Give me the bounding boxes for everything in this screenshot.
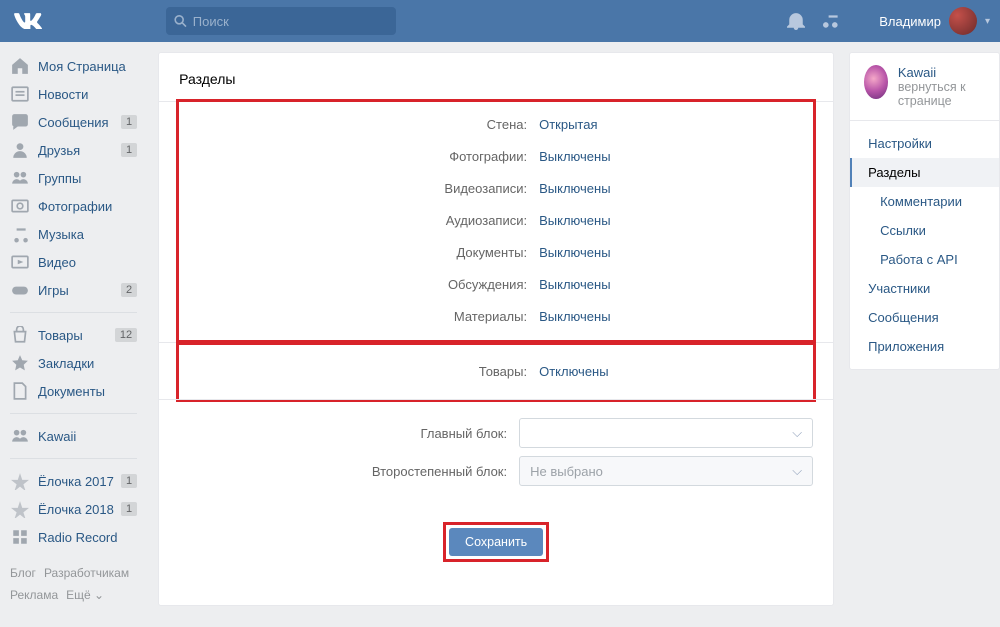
badge: 12 <box>115 328 137 342</box>
setting-label: Фотографии: <box>199 149 539 164</box>
setting-label: Стена: <box>199 117 539 132</box>
search-input[interactable] <box>193 14 388 29</box>
badge: 1 <box>121 143 137 157</box>
vk-logo[interactable] <box>10 3 46 39</box>
nav-item-Radio Record[interactable]: Radio Record <box>4 523 143 551</box>
setting-value[interactable]: Открытая <box>539 117 597 132</box>
nav-item-Документы[interactable]: Документы <box>4 377 143 405</box>
setting-label: Обсуждения: <box>199 277 539 292</box>
home-icon <box>10 56 30 76</box>
settings-menu-item[interactable]: Комментарии <box>850 187 999 216</box>
group-avatar <box>864 65 888 99</box>
settings-menu-item[interactable]: Настройки <box>850 129 999 158</box>
user-menu[interactable]: Владимир ▾ <box>879 7 990 35</box>
primary-block-select[interactable]: ⌵ <box>519 418 813 448</box>
nav-item-Группы[interactable]: Группы <box>4 164 143 192</box>
secondary-block-label: Второстепенный блок: <box>179 464 519 479</box>
group-header[interactable]: Kawaii вернуться к странице <box>850 53 999 120</box>
chevron-down-icon: ▾ <box>985 16 990 27</box>
badge: 2 <box>121 283 137 297</box>
setting-value[interactable]: Выключены <box>539 245 610 260</box>
nav-item-Игры[interactable]: Игры2 <box>4 276 143 304</box>
setting-value[interactable]: Выключены <box>539 277 610 292</box>
app-icon <box>10 499 30 519</box>
market-label: Товары: <box>199 364 539 379</box>
highlight-market: Товары: Отключены <box>176 340 816 402</box>
save-button[interactable]: Сохранить <box>449 528 543 556</box>
badge: 1 <box>121 502 137 516</box>
avatar <box>949 7 977 35</box>
setting-label: Аудиозаписи: <box>199 213 539 228</box>
settings-menu: НастройкиРазделыКомментарииСсылкиРабота … <box>850 120 999 369</box>
groups-icon <box>10 168 30 188</box>
market-icon <box>10 325 30 345</box>
market-value[interactable]: Отключены <box>539 364 608 379</box>
nav-item-Ёлочка 2018[interactable]: Ёлочка 20181 <box>4 495 143 523</box>
setting-value[interactable]: Выключены <box>539 309 610 324</box>
nav-item-Музыка[interactable]: Музыка <box>4 220 143 248</box>
badge: 1 <box>121 115 137 129</box>
nav-item-Моя Страница[interactable]: Моя Страница <box>4 52 143 80</box>
setting-label: Видеозаписи: <box>199 181 539 196</box>
settings-menu-item[interactable]: Работа с API <box>850 245 999 274</box>
footer-links: Блог Разработчикам Реклама Ещё ⌄ <box>4 563 143 606</box>
nav-item-Ёлочка 2017[interactable]: Ёлочка 20171 <box>4 467 143 495</box>
app2-icon <box>10 527 30 547</box>
search-box[interactable] <box>166 7 396 35</box>
games-icon <box>10 280 30 300</box>
photo-icon <box>10 196 30 216</box>
left-sidebar: Моя СтраницаНовостиСообщения1Друзья1Груп… <box>0 52 143 606</box>
video-icon <box>10 252 30 272</box>
settings-menu-item[interactable]: Приложения <box>850 332 999 361</box>
main-panel: Разделы Стена:ОткрытаяФотографии:Выключе… <box>158 52 834 606</box>
nav-item-Закладки[interactable]: Закладки <box>4 349 143 377</box>
group-name: Kawaii <box>898 65 985 80</box>
star-icon <box>10 353 30 373</box>
top-header: Владимир ▾ <box>0 0 1000 42</box>
setting-label: Материалы: <box>199 309 539 324</box>
nav-item-Фотографии[interactable]: Фотографии <box>4 192 143 220</box>
nav-item-Сообщения[interactable]: Сообщения1 <box>4 108 143 136</box>
news-icon <box>10 84 30 104</box>
primary-block-label: Главный блок: <box>179 426 519 441</box>
chevron-down-icon: ⌵ <box>792 463 802 479</box>
footer-dev[interactable]: Разработчикам <box>44 566 129 580</box>
footer-more[interactable]: Ещё ⌄ <box>66 588 104 602</box>
nav-item-Друзья[interactable]: Друзья1 <box>4 136 143 164</box>
music-icon <box>10 224 30 244</box>
docs-icon <box>10 381 30 401</box>
bell-icon[interactable] <box>787 12 805 30</box>
setting-label: Документы: <box>199 245 539 260</box>
app-icon <box>10 471 30 491</box>
setting-value[interactable]: Выключены <box>539 149 610 164</box>
search-icon <box>174 14 187 28</box>
music-icon[interactable] <box>823 12 841 30</box>
secondary-block-select: Не выбрано⌵ <box>519 456 813 486</box>
nav-item-Товары[interactable]: Товары12 <box>4 321 143 349</box>
friends-icon <box>10 140 30 160</box>
setting-value[interactable]: Выключены <box>539 181 610 196</box>
settings-menu-item[interactable]: Разделы <box>850 158 999 187</box>
settings-menu-item[interactable]: Сообщения <box>850 303 999 332</box>
highlight-settings: Стена:ОткрытаяФотографии:ВыключеныВидеоз… <box>176 99 816 345</box>
footer-ads[interactable]: Реклама <box>10 588 58 602</box>
footer-blog[interactable]: Блог <box>10 566 36 580</box>
setting-value[interactable]: Выключены <box>539 213 610 228</box>
nav-item-Kawaii[interactable]: Kawaii <box>4 422 143 450</box>
right-sidebar: Kawaii вернуться к странице НастройкиРаз… <box>849 52 1000 606</box>
nav-item-Новости[interactable]: Новости <box>4 80 143 108</box>
msg-icon <box>10 112 30 132</box>
user-name: Владимир <box>879 14 941 29</box>
back-link[interactable]: вернуться к странице <box>898 80 985 108</box>
badge: 1 <box>121 474 137 488</box>
highlight-save: Сохранить <box>443 522 549 562</box>
nav-item-Видео[interactable]: Видео <box>4 248 143 276</box>
settings-menu-item[interactable]: Ссылки <box>850 216 999 245</box>
settings-menu-item[interactable]: Участники <box>850 274 999 303</box>
page-title: Разделы <box>159 71 833 101</box>
chevron-down-icon: ⌵ <box>792 425 802 441</box>
groups-icon <box>10 426 30 446</box>
